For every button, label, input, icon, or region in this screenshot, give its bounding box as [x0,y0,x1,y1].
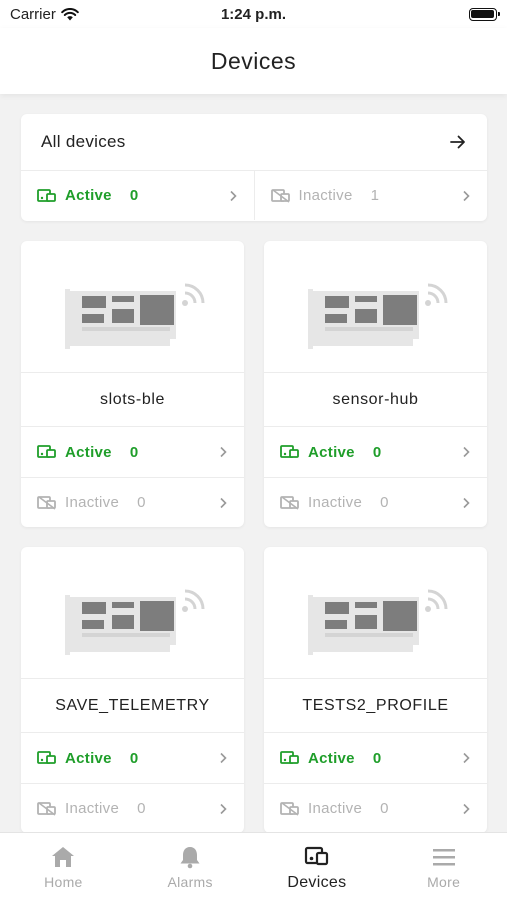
profile-active-row[interactable]: Active 0 [264,733,487,783]
tab-devices-label: Devices [287,874,347,891]
device-image [264,547,487,679]
active-count: 0 [372,443,382,461]
wifi-icon [61,7,79,20]
inactive-label: Inactive [298,187,353,204]
device-inactive-icon [280,801,299,816]
all-devices-header[interactable]: All devices [21,114,487,171]
chevron-right-icon [220,446,227,458]
device-profile-name: slots-ble [21,373,244,427]
chevron-right-icon [463,803,470,814]
tab-more[interactable]: More [380,833,507,900]
inactive-count: 0 [137,494,146,511]
tab-alarms-label: Alarms [167,874,213,890]
active-count: 0 [129,749,139,767]
device-inactive-icon [280,495,299,510]
device-profile-card[interactable]: SAVE_TELEMETRY Active 0 Inactive 0 [21,547,244,832]
chevron-right-icon [220,803,227,814]
tab-devices[interactable]: Devices [254,833,381,900]
status-time: 1:24 p.m. [220,5,286,23]
device-profile-card[interactable]: sensor-hub Active 0 Inactive 0 [264,241,487,527]
device-board-icon [307,589,447,655]
device-profile-card[interactable]: slots-ble Active 0 Inactive 0 [21,241,244,527]
battery-icon [468,7,500,21]
device-board-icon [64,283,204,349]
menu-icon [432,849,455,866]
all-devices-active[interactable]: Active 0 [21,171,254,220]
active-label: Active [65,749,112,767]
devices-icon [304,846,328,866]
app-header: Devices [0,28,507,94]
profile-active-row[interactable]: Active 0 [21,733,244,783]
active-count: 0 [372,749,382,767]
page-title: Devices [210,47,297,74]
device-active-icon [37,751,56,764]
inactive-count: 0 [380,800,389,817]
profile-active-row[interactable]: Active 0 [21,427,244,477]
tab-home-label: Home [44,874,83,890]
device-active-icon [280,445,299,458]
device-profile-name: SAVE_TELEMETRY [21,679,244,733]
inactive-count: 0 [380,494,389,511]
inactive-label: Inactive [65,800,120,817]
tab-bar: Home Alarms Devices More [0,832,507,900]
chevron-right-icon [463,752,470,764]
inactive-count: 1 [370,187,380,204]
profile-active-row[interactable]: Active 0 [264,427,487,477]
profile-inactive-row[interactable]: Inactive 0 [21,783,244,832]
device-active-icon [280,751,299,764]
device-profile-name: sensor-hub [264,373,487,427]
device-profile-name: TESTS2_PROFILE [264,679,487,733]
all-devices-title: All devices [41,132,126,151]
inactive-count: 0 [137,800,146,817]
carrier-label: Carrier [10,5,56,23]
device-profile-card[interactable]: TESTS2_PROFILE Active 0 Inactive 0 [264,547,487,832]
inactive-label: Inactive [308,800,363,817]
devices-content: All devices Active 0 Inactive 1 slots-bl… [0,94,507,832]
chevron-right-icon [463,497,470,508]
device-inactive-icon [37,495,56,510]
chevron-right-icon [220,752,227,764]
active-label: Active [308,443,355,461]
active-label: Active [65,187,112,204]
active-count: 0 [129,443,139,461]
tab-alarms[interactable]: Alarms [127,833,254,900]
chevron-right-icon [463,446,470,458]
device-image [21,547,244,679]
bell-icon [180,847,200,869]
profile-inactive-row[interactable]: Inactive 0 [21,477,244,527]
all-devices-inactive[interactable]: Inactive 1 [253,171,488,220]
device-board-icon [64,589,204,655]
device-inactive-icon [37,801,56,816]
status-bar: Carrier 1:24 p.m. [0,0,507,28]
device-board-icon [307,283,447,349]
inactive-label: Inactive [65,494,120,511]
active-label: Active [65,443,112,461]
active-label: Active [308,749,355,767]
device-active-icon [37,445,56,458]
device-active-icon [37,188,56,202]
profile-inactive-row[interactable]: Inactive 0 [264,783,487,832]
device-image [264,241,487,373]
chevron-right-icon [463,190,470,201]
all-devices-card: All devices Active 0 Inactive 1 [21,114,487,221]
active-count: 0 [129,187,139,204]
arrow-right-icon [450,135,465,149]
tab-more-label: More [427,874,461,890]
chevron-right-icon [229,190,237,201]
device-image [21,241,244,373]
tab-home[interactable]: Home [0,833,127,900]
inactive-label: Inactive [308,494,363,511]
chevron-right-icon [220,497,227,508]
home-icon [52,847,75,867]
profile-inactive-row[interactable]: Inactive 0 [264,477,487,527]
device-inactive-icon [270,188,290,203]
